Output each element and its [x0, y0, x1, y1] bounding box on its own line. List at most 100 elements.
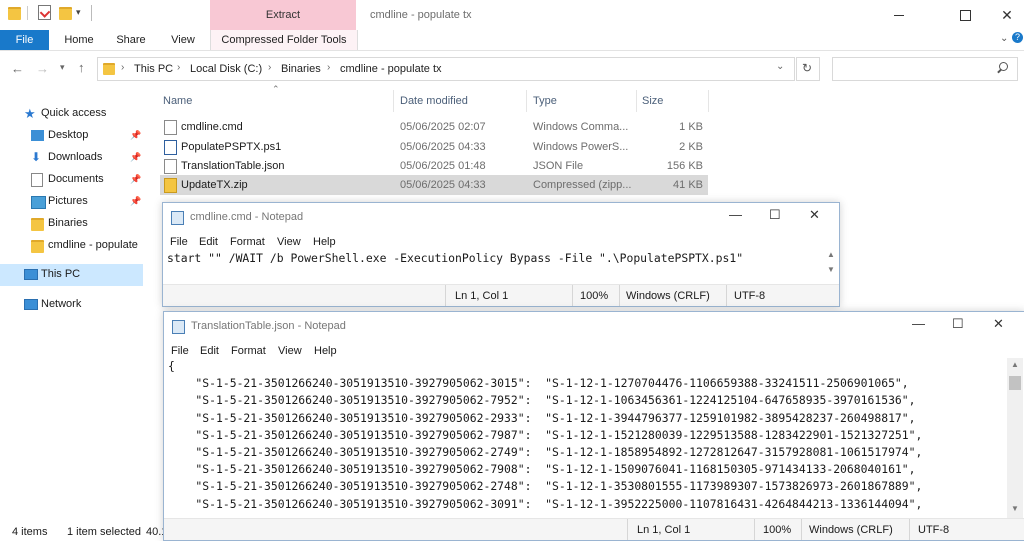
notepad-title-bar[interactable]: cmdline.cmd - Notepad — ☐ ✕ [163, 203, 839, 231]
nav-quick-access[interactable]: ★ Quick access [0, 103, 143, 125]
address-dropdown-icon[interactable]: ⌄ [776, 61, 784, 72]
nav-item-documents[interactable]: Documents 📌 [0, 169, 143, 191]
pin-icon: 📌 [130, 174, 142, 184]
minimize-button[interactable]: — [912, 316, 925, 331]
back-icon[interactable]: ← [11, 61, 24, 76]
text-line: { [168, 359, 175, 373]
column-divider[interactable] [526, 90, 527, 112]
scroll-up-icon[interactable]: ▲ [827, 250, 835, 259]
menu-format[interactable]: Format [231, 345, 266, 357]
explorer-title-bar: ▾ Extract cmdline - populate tx ✕ [0, 0, 1024, 30]
scrollbar-thumb[interactable] [1009, 376, 1021, 390]
folder-icon [31, 218, 44, 231]
close-button[interactable]: ✕ [993, 316, 1004, 332]
minimize-button[interactable] [876, 0, 922, 30]
breadcrumb-binaries[interactable]: Binaries [281, 63, 321, 75]
nav-label: Quick access [41, 107, 107, 119]
notepad-status-bar: Ln 1, Col 1 100% Windows (CRLF) UTF-8 [163, 284, 839, 306]
tab-share[interactable]: Share [110, 30, 152, 50]
column-name[interactable]: Name [163, 95, 192, 107]
nav-label: Binaries [48, 217, 88, 229]
status-divider [619, 285, 620, 306]
breadcrumb-this-pc[interactable]: This PC [134, 63, 173, 75]
tab-view[interactable]: View [165, 30, 201, 50]
file-row[interactable]: PopulatePSPTX.ps1 05/06/2025 04:33 Windo… [160, 137, 708, 157]
nav-item-pictures[interactable]: Pictures 📌 [0, 191, 143, 213]
cmd-file-icon [164, 120, 177, 135]
breadcrumb-local-disk[interactable]: Local Disk (C:) [190, 63, 262, 75]
help-icon[interactable]: ? [1012, 32, 1023, 43]
expand-ribbon-icon[interactable]: ⌄ [1000, 33, 1008, 44]
nav-item-downloads[interactable]: ⬇ Downloads 📌 [0, 147, 143, 169]
forward-icon[interactable]: → [36, 61, 49, 76]
zoom-level: 100% [580, 290, 609, 302]
file-row[interactable]: cmdline.cmd 05/06/2025 02:07 Windows Com… [160, 117, 708, 137]
menu-file[interactable]: File [171, 345, 189, 357]
file-row[interactable]: TranslationTable.json 05/06/2025 01:48 J… [160, 156, 708, 176]
scroll-down-icon[interactable]: ▼ [827, 265, 835, 274]
refresh-button[interactable]: ↻ [796, 57, 820, 81]
properties-icon[interactable] [38, 5, 51, 20]
maximize-button[interactable]: ☐ [952, 316, 964, 332]
nav-item-cmdline[interactable]: cmdline - populate [0, 235, 143, 257]
vertical-scrollbar[interactable]: ▲ ▼ [1007, 358, 1023, 518]
tab-home[interactable]: Home [60, 30, 98, 50]
notepad-icon [171, 211, 184, 225]
text-line: "S-1-5-21-3501266240-3051913510-39279050… [168, 479, 923, 494]
column-divider[interactable] [393, 90, 394, 112]
nav-item-binaries[interactable]: Binaries [0, 213, 143, 235]
file-type: Windows PowerS... [533, 141, 629, 153]
selection-count: 1 item selected [67, 526, 141, 538]
nav-label: This PC [41, 268, 81, 280]
nav-label: Downloads [48, 151, 103, 163]
breadcrumb-current-folder[interactable]: cmdline - populate tx [340, 63, 442, 75]
menu-help[interactable]: Help [313, 236, 336, 248]
menu-view[interactable]: View [278, 345, 302, 357]
text-line: "S-1-5-21-3501266240-3051913510-39279050… [168, 393, 916, 408]
file-row-selected[interactable]: UpdateTX.zip 05/06/2025 04:33 Compressed… [160, 175, 708, 195]
close-button[interactable]: ✕ [809, 207, 820, 223]
menu-edit[interactable]: Edit [199, 236, 218, 248]
new-folder-icon[interactable] [59, 7, 72, 20]
refresh-icon: ↻ [802, 61, 813, 75]
close-button[interactable]: ✕ [984, 0, 1024, 30]
menu-file[interactable]: File [170, 236, 188, 248]
column-size[interactable]: Size [642, 95, 663, 107]
up-icon[interactable]: ↑ [78, 60, 85, 75]
file-date: 05/06/2025 04:33 [400, 179, 486, 191]
tab-compressed-folder-tools[interactable]: Compressed Folder Tools [210, 30, 358, 50]
notepad-title-bar[interactable]: TranslationTable.json - Notepad — ☐ ✕ [164, 312, 1024, 340]
notepad-translation-window[interactable]: TranslationTable.json - Notepad — ☐ ✕ Fi… [163, 311, 1024, 541]
minimize-button[interactable]: — [729, 207, 742, 222]
extract-context-tab[interactable]: Extract [210, 0, 356, 30]
sort-indicator-icon: ⌃ [272, 84, 280, 94]
notepad-text-area[interactable]: { "S-1-5-21-3501266240-3051913510-392790… [164, 358, 1006, 518]
nav-this-pc[interactable]: This PC [0, 264, 143, 286]
tab-file[interactable]: File [0, 30, 49, 50]
star-icon: ★ [24, 106, 36, 121]
search-input[interactable] [832, 57, 1018, 81]
notepad-status-bar: Ln 1, Col 1 100% Windows (CRLF) UTF-8 [164, 518, 1024, 540]
maximize-button[interactable] [942, 0, 988, 30]
desktop-icon [31, 130, 44, 141]
column-divider[interactable] [636, 90, 637, 112]
nav-network[interactable]: Network [0, 294, 143, 316]
line-ending: Windows (CRLF) [809, 524, 893, 536]
address-bar[interactable]: › This PC › Local Disk (C:) › Binaries ›… [97, 57, 795, 81]
notepad-text-area[interactable]: start "" /WAIT /b PowerShell.exe -Execut… [167, 250, 743, 267]
menu-help[interactable]: Help [314, 345, 337, 357]
scroll-down-icon[interactable]: ▼ [1011, 504, 1019, 513]
maximize-button[interactable]: ☐ [769, 207, 781, 223]
menu-format[interactable]: Format [230, 236, 265, 248]
menu-view[interactable]: View [277, 236, 301, 248]
customize-qat-icon[interactable]: ▾ [76, 7, 81, 18]
menu-edit[interactable]: Edit [200, 345, 219, 357]
column-type[interactable]: Type [533, 95, 557, 107]
notepad-cmdline-window[interactable]: cmdline.cmd - Notepad — ☐ ✕ File Edit Fo… [162, 202, 840, 307]
text-line: "S-1-5-21-3501266240-3051913510-39279050… [168, 376, 909, 391]
recent-locations-icon[interactable]: ▾ [60, 62, 65, 73]
scroll-up-icon[interactable]: ▲ [1011, 360, 1019, 369]
column-divider[interactable] [708, 90, 709, 112]
nav-item-desktop[interactable]: Desktop 📌 [0, 125, 143, 147]
column-date[interactable]: Date modified [400, 95, 468, 107]
